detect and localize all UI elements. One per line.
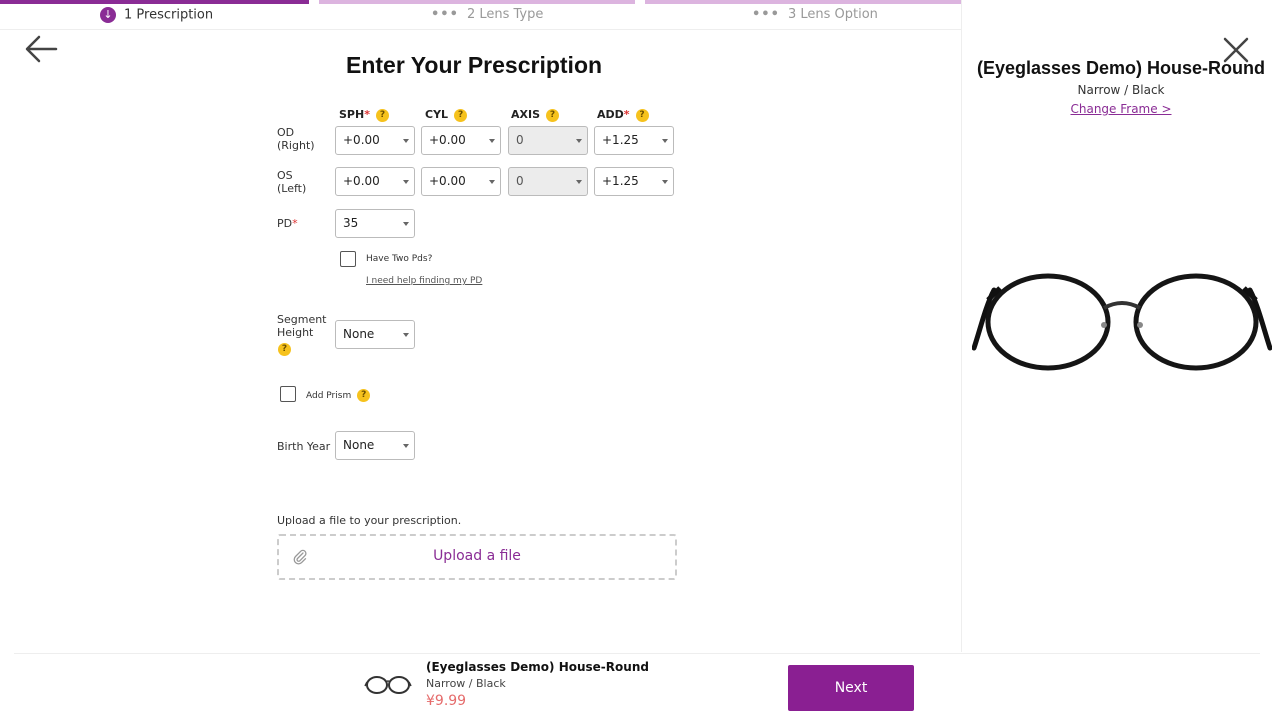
add-header: ADD*? (597, 108, 649, 122)
help-icon[interactable]: ? (546, 108, 560, 122)
sph-header: SPH*? (339, 108, 389, 122)
os-axis-select[interactable]: 0 (508, 167, 588, 196)
os-add-select[interactable]: +1.25 (594, 167, 674, 196)
ellipsis-icon: ••• (431, 7, 459, 22)
product-variant: Narrow / Black (1077, 83, 1165, 97)
segment-height-select[interactable]: None (335, 320, 415, 349)
step-prescription[interactable]: ↓ 1 Prescription (0, 0, 309, 30)
od-add-select[interactable]: +1.25 (594, 126, 674, 155)
product-name: (Eyeglasses Demo) House-Round (976, 58, 1266, 78)
segment-height-label: Segment Height? (277, 313, 327, 356)
step-label: 1 Prescription (124, 7, 214, 23)
pd-label: PD* (277, 217, 298, 230)
summary-variant: Narrow / Black (426, 677, 506, 690)
caret-down-icon (489, 180, 495, 184)
ellipsis-icon: ••• (752, 7, 780, 22)
page-title: Enter Your Prescription (346, 52, 603, 78)
two-pds-label: Have Two Pds? (366, 254, 433, 264)
prescription-panel: ↓ 1 Prescription ••• 2 Lens Type ••• 3 Lens… (0, 0, 961, 720)
upload-file-button[interactable]: Upload a file (277, 534, 677, 580)
od-sph-select[interactable]: +0.00 (335, 126, 415, 155)
help-icon[interactable]: ? (635, 108, 649, 122)
step-label: 2 Lens Type (466, 7, 544, 22)
bottom-summary-bar: (Eyeglasses Demo) House-Round Narrow / B… (14, 653, 1260, 720)
back-arrow-icon[interactable] (24, 34, 58, 64)
help-icon[interactable]: ? (454, 108, 468, 122)
step-bar (0, 0, 309, 4)
summary-product-name: (Eyeglasses Demo) House-Round (426, 660, 649, 674)
next-button[interactable]: Next (788, 665, 914, 711)
axis-header: AXIS? (511, 108, 560, 122)
caret-down-icon (403, 180, 409, 184)
help-icon[interactable]: ? (357, 389, 371, 402)
od-label: OD (Right) (277, 126, 315, 152)
caret-down-icon (576, 180, 582, 184)
step-bar (319, 0, 635, 4)
help-icon[interactable]: ? (375, 108, 389, 122)
step-label: 3 Lens Option (787, 7, 878, 22)
summary-price: ¥9.99 (426, 693, 467, 709)
step-bar (645, 0, 961, 4)
cyl-header: CYL? (425, 108, 468, 122)
pd-help-link[interactable]: I need help finding my PD (366, 276, 482, 286)
birth-year-select[interactable]: None (335, 431, 415, 460)
birth-year-label: Birth Year (277, 440, 331, 453)
caret-down-icon (662, 139, 668, 143)
add-prism-label: Add Prism (306, 391, 352, 401)
os-cyl-select[interactable]: +0.00 (421, 167, 501, 196)
caret-down-icon (403, 333, 409, 337)
eyeglasses-image (971, 270, 1273, 384)
caret-down-icon (403, 222, 409, 226)
caret-down-icon (662, 180, 668, 184)
od-cyl-select[interactable]: +0.00 (421, 126, 501, 155)
step-lens-option[interactable]: ••• 3 Lens Option (645, 0, 961, 30)
arrow-down-circle-icon: ↓ (100, 7, 116, 23)
help-icon[interactable]: ? (278, 343, 291, 356)
upload-button-label: Upload a file (433, 548, 521, 564)
os-sph-select[interactable]: +0.00 (335, 167, 415, 196)
caret-down-icon (403, 139, 409, 143)
product-panel: (Eyeglasses Demo) House-Round Narrow / B… (961, 0, 1280, 652)
pd-select[interactable]: 35 (335, 209, 415, 238)
caret-down-icon (489, 139, 495, 143)
step-progress: ↓ 1 Prescription ••• 2 Lens Type ••• 3 Lens… (0, 0, 961, 30)
upload-label: Upload a file to your prescription. (277, 514, 462, 527)
add-prism-checkbox[interactable] (280, 386, 296, 402)
caret-down-icon (403, 444, 409, 448)
step-lens-type[interactable]: ••• 2 Lens Type (319, 0, 635, 30)
od-axis-select[interactable]: 0 (508, 126, 588, 155)
os-label: OS (Left) (277, 169, 307, 195)
change-frame-link[interactable]: Change Frame > (962, 102, 1280, 116)
two-pds-checkbox[interactable] (340, 251, 356, 267)
eyeglasses-thumbnail (364, 674, 412, 700)
caret-down-icon (576, 139, 582, 143)
